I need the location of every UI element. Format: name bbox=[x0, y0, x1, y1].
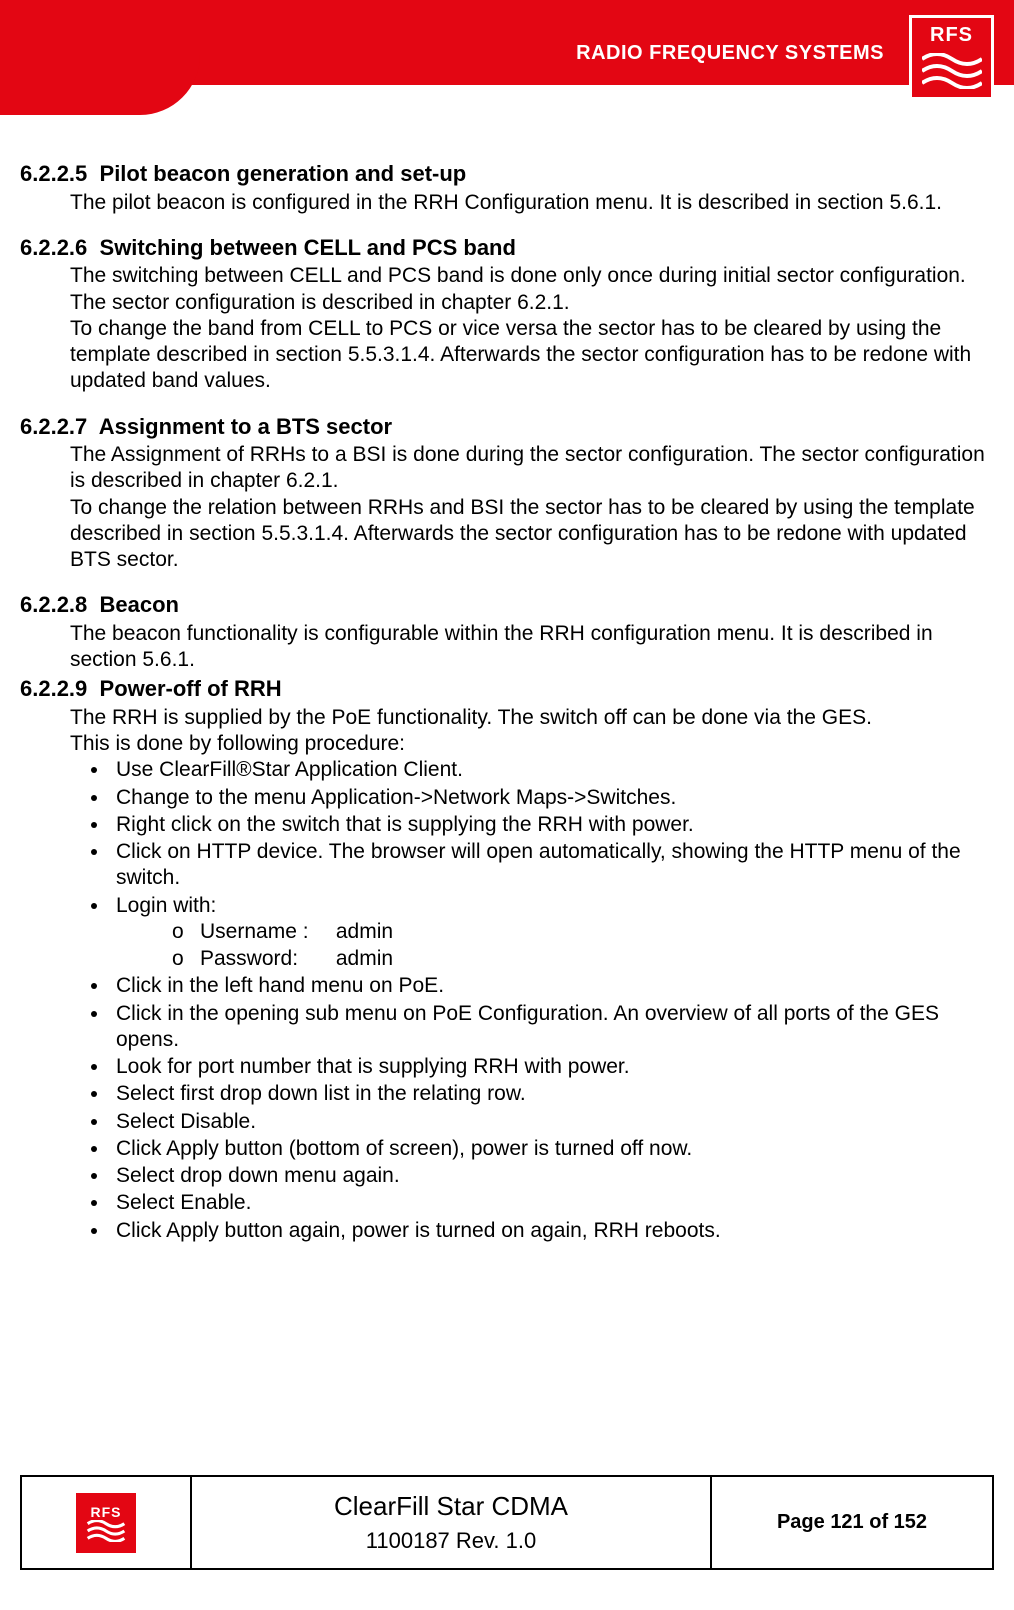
list-item: Change to the menu Application->Network … bbox=[110, 785, 994, 811]
paragraph: This is done by following procedure: bbox=[70, 731, 994, 757]
section-heading: 6.2.2.8 Beacon bbox=[20, 591, 994, 619]
page-number: Page 121 of 152 bbox=[777, 1511, 927, 1534]
wave-icon bbox=[86, 1520, 126, 1542]
section-heading: 6.2.2.5 Pilot beacon generation and set-… bbox=[20, 160, 994, 188]
paragraph: The switching between CELL and PCS band … bbox=[70, 263, 994, 316]
list-item-text: Login with: bbox=[116, 894, 216, 917]
login-sublist: Username : admin Password: admin bbox=[166, 919, 994, 973]
page-header: RADIO FREQUENCY SYSTEMS RFS bbox=[0, 0, 1014, 120]
rfs-logo-text: RFS bbox=[926, 24, 977, 47]
list-item: Select drop down menu again. bbox=[110, 1163, 994, 1189]
sublist-item: Username : admin bbox=[166, 919, 994, 945]
rfs-logo: RFS bbox=[909, 15, 994, 100]
paragraph: To change the relation between RRHs and … bbox=[70, 495, 994, 574]
section-title: Beacon bbox=[100, 592, 179, 617]
list-item: Click on HTTP device. The browser will o… bbox=[110, 839, 994, 892]
section-heading: 6.2.2.6 Switching between CELL and PCS b… bbox=[20, 234, 994, 262]
footer-title-cell: ClearFill Star CDMA 1100187 Rev. 1.0 bbox=[192, 1477, 712, 1568]
paragraph: The Assignment of RRHs to a BSI is done … bbox=[70, 442, 994, 495]
paragraph: The RRH is supplied by the PoE functiona… bbox=[70, 705, 994, 731]
section-heading: 6.2.2.9 Power-off of RRH bbox=[20, 675, 994, 703]
list-item: Use ClearFill®Star Application Client. bbox=[110, 757, 994, 783]
section-title: Switching between CELL and PCS band bbox=[100, 235, 516, 260]
password-label: Password: bbox=[200, 946, 330, 972]
footer-page-cell: Page 121 of 152 bbox=[712, 1477, 992, 1568]
paragraph: The beacon functionality is configurable… bbox=[70, 621, 994, 674]
procedure-list: Use ClearFill®Star Application Client. C… bbox=[110, 757, 994, 1244]
sublist-item: Password: admin bbox=[166, 946, 994, 972]
section-number: 6.2.2.6 bbox=[20, 235, 87, 260]
paragraph: The pilot beacon is configured in the RR… bbox=[70, 190, 994, 216]
brand-name: RADIO FREQUENCY SYSTEMS bbox=[576, 42, 884, 65]
document-revision: 1100187 Rev. 1.0 bbox=[366, 1528, 536, 1554]
list-item: Click Apply button (bottom of screen), p… bbox=[110, 1136, 994, 1162]
list-item: Login with: Username : admin Password: a… bbox=[110, 893, 994, 973]
paragraph: To change the band from CELL to PCS or v… bbox=[70, 316, 994, 395]
list-item: Click Apply button again, power is turne… bbox=[110, 1218, 994, 1244]
section-title: Assignment to a BTS sector bbox=[99, 414, 392, 439]
section-number: 6.2.2.9 bbox=[20, 676, 87, 701]
section-number: 6.2.2.8 bbox=[20, 592, 87, 617]
list-item: Select first drop down list in the relat… bbox=[110, 1081, 994, 1107]
document-title: ClearFill Star CDMA bbox=[334, 1491, 568, 1522]
section-title: Power-off of RRH bbox=[100, 676, 282, 701]
password-value: admin bbox=[336, 947, 393, 970]
section-number: 6.2.2.5 bbox=[20, 161, 87, 186]
section-heading: 6.2.2.7 Assignment to a BTS sector bbox=[20, 413, 994, 441]
list-item: Click in the opening sub menu on PoE Con… bbox=[110, 1001, 994, 1054]
list-item: Look for port number that is supplying R… bbox=[110, 1054, 994, 1080]
username-value: admin bbox=[336, 920, 393, 943]
list-item: Select Enable. bbox=[110, 1190, 994, 1216]
document-body: 6.2.2.5 Pilot beacon generation and set-… bbox=[20, 160, 994, 1245]
section-number: 6.2.2.7 bbox=[20, 414, 87, 439]
list-item: Select Disable. bbox=[110, 1109, 994, 1135]
wave-icon bbox=[922, 53, 982, 89]
section-title: Pilot beacon generation and set-up bbox=[100, 161, 467, 186]
username-label: Username : bbox=[200, 919, 330, 945]
list-item: Click in the left hand menu on PoE. bbox=[110, 973, 994, 999]
page-footer: RFS ClearFill Star CDMA 1100187 Rev. 1.0… bbox=[20, 1475, 994, 1570]
list-item: Right click on the switch that is supply… bbox=[110, 812, 994, 838]
rfs-logo-small: RFS bbox=[76, 1493, 136, 1553]
rfs-logo-small-text: RFS bbox=[91, 1504, 122, 1520]
footer-logo-cell: RFS bbox=[22, 1477, 192, 1568]
